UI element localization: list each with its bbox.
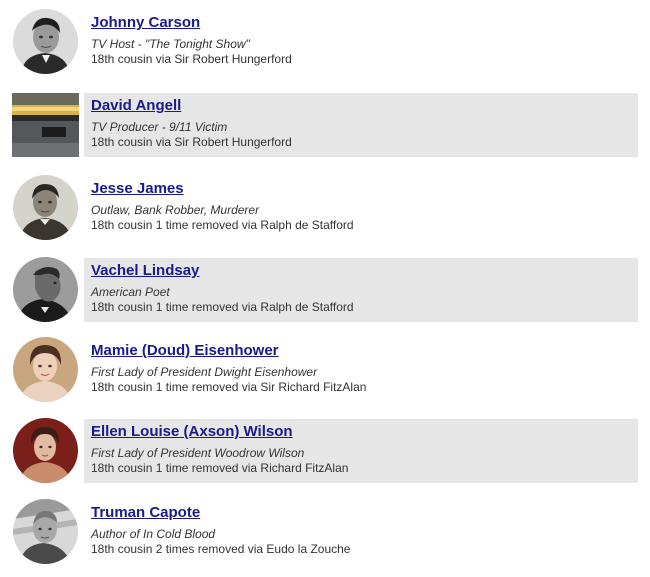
portrait-photo-icon (13, 499, 78, 564)
list-item: Truman Capote Author of In Cold Blood 18… (0, 498, 650, 564)
list-item: Johnny Carson TV Host - "The Tonight Sho… (0, 8, 650, 74)
person-description: First Lady of President Dwight Eisenhowe… (91, 365, 318, 379)
relationship-text: 18th cousin 1 time removed via Ralph de … (91, 218, 354, 232)
avatar[interactable] (13, 418, 78, 483)
list-item: Jesse James Outlaw, Bank Robber, Murdere… (0, 174, 650, 240)
person-name-link[interactable]: David Angell (91, 97, 181, 115)
relationship-text: 18th cousin 1 time removed via Richard F… (91, 461, 349, 475)
relationship-text: 18th cousin via Sir Robert Hungerford (91, 52, 292, 66)
person-description: TV Host - "The Tonight Show" (91, 37, 250, 51)
portrait-photo-icon (13, 175, 78, 240)
relationship-text: 18th cousin via Sir Robert Hungerford (91, 135, 292, 149)
list-item: David Angell TV Producer - 9/11 Victim 1… (0, 91, 650, 157)
portrait-photo-icon (13, 418, 78, 483)
portrait-photo-icon (13, 257, 78, 322)
avatar[interactable] (12, 93, 79, 157)
person-name-link[interactable]: Ellen Louise (Axson) Wilson (91, 423, 293, 441)
list-item: Ellen Louise (Axson) Wilson First Lady o… (0, 417, 650, 483)
person-description: TV Producer - 9/11 Victim (91, 120, 228, 134)
person-name-link[interactable]: Truman Capote (91, 504, 200, 522)
avatar[interactable] (13, 257, 78, 322)
person-description: American Poet (91, 285, 170, 299)
avatar[interactable] (13, 175, 78, 240)
person-name-link[interactable]: Jesse James (91, 180, 184, 198)
person-description: Outlaw, Bank Robber, Murderer (91, 203, 260, 217)
person-name-link[interactable]: Vachel Lindsay (91, 262, 199, 280)
relationship-text: 18th cousin 2 times removed via Eudo la … (91, 542, 351, 556)
avatar[interactable] (13, 499, 78, 564)
person-description: Author of In Cold Blood (91, 527, 216, 541)
relationship-text: 18th cousin 1 time removed via Sir Richa… (91, 380, 367, 394)
person-description: First Lady of President Woodrow Wilson (91, 446, 305, 460)
relationship-text: 18th cousin 1 time removed via Ralph de … (91, 300, 354, 314)
portrait-photo-icon (13, 9, 78, 74)
person-name-link[interactable]: Mamie (Doud) Eisenhower (91, 342, 279, 360)
list-item: Mamie (Doud) Eisenhower First Lady of Pr… (0, 336, 650, 402)
portrait-photo-icon (13, 337, 78, 402)
memorial-photo-icon (12, 93, 79, 157)
person-name-link[interactable]: Johnny Carson (91, 14, 200, 32)
avatar[interactable] (13, 9, 78, 74)
list-item: Vachel Lindsay American Poet 18th cousin… (0, 256, 650, 322)
avatar[interactable] (13, 337, 78, 402)
